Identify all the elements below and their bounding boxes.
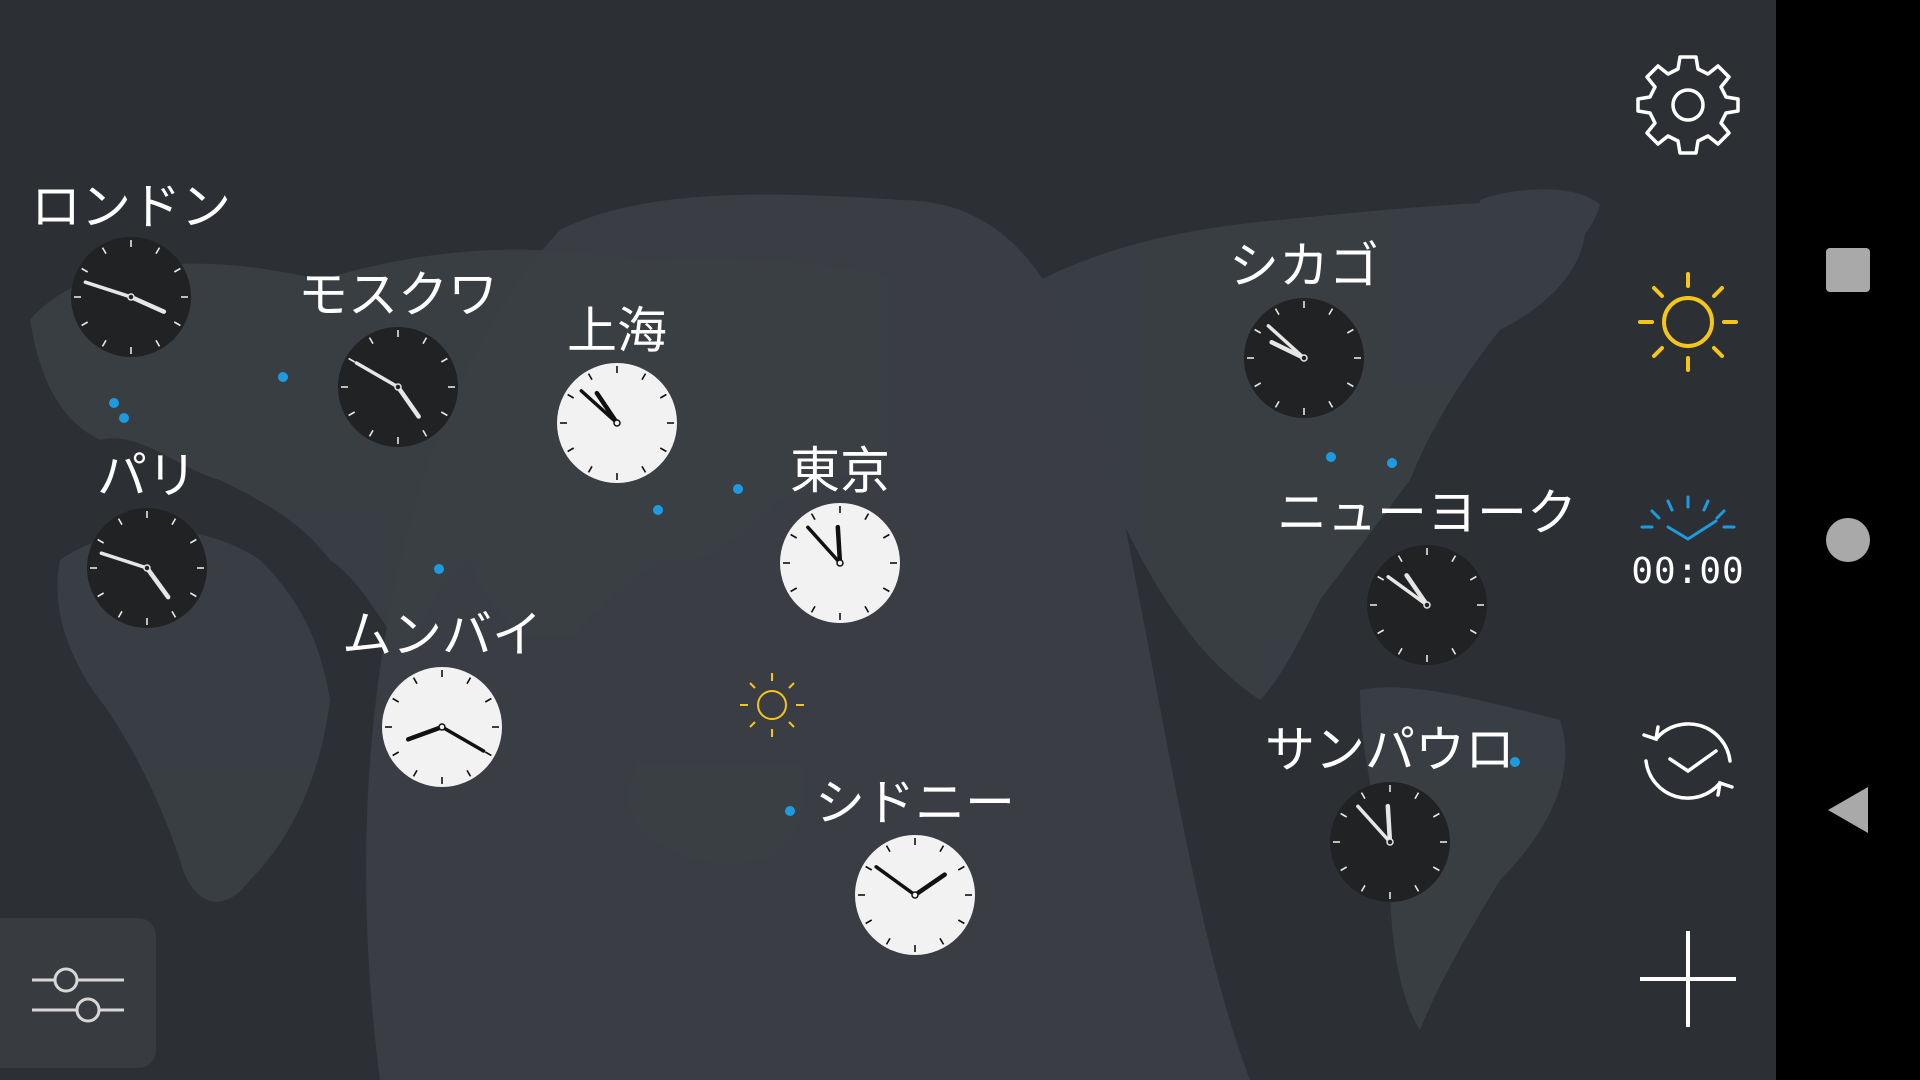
city-label: ムンバイ <box>342 606 542 664</box>
city-label: サンパウロ <box>1265 721 1515 779</box>
clock-face <box>87 508 207 628</box>
city-label: シドニー <box>815 774 1015 832</box>
daylight-toggle-button[interactable] <box>1600 257 1776 387</box>
city-dot-paris <box>119 413 129 423</box>
clock-face <box>1330 782 1450 902</box>
clock-center <box>613 419 621 427</box>
city-dot-chicago <box>1326 452 1336 462</box>
sync-button[interactable] <box>1600 696 1776 826</box>
clock-face <box>382 667 502 787</box>
circle-icon <box>1826 518 1870 562</box>
plus-icon <box>1640 931 1736 1027</box>
city-label: 東京 <box>790 442 890 500</box>
system-navigation-bar <box>1776 0 1920 1080</box>
alarm-timer-button[interactable]: 00:00 <box>1600 478 1776 608</box>
sliders-icon <box>32 967 124 1023</box>
add-city-button[interactable] <box>1600 914 1776 1044</box>
clock-face <box>1244 298 1364 418</box>
clock-center <box>127 293 135 301</box>
city-dot-newyork <box>1387 458 1397 468</box>
world-map[interactable]: ロンドン モスクワ 上海 パリ 東京 ムンバイ シドニー シカゴ ニューヨーク … <box>0 0 1776 1080</box>
sun-icon <box>1638 272 1738 372</box>
clock-face <box>557 363 677 483</box>
clock-face <box>71 237 191 357</box>
sidebar: 00:00 <box>1600 0 1776 1080</box>
recents-button[interactable] <box>1776 215 1920 325</box>
triangle-back-icon <box>1828 787 1868 833</box>
sync-clock-icon <box>1642 722 1734 800</box>
clock-center <box>438 723 446 731</box>
filter-button[interactable] <box>0 918 156 1068</box>
city-label: ニューヨーク <box>1277 484 1577 542</box>
city-label: シカゴ <box>1229 237 1379 295</box>
city-dot-tokyo <box>733 484 743 494</box>
clock-center <box>143 564 151 572</box>
clock-center <box>1386 838 1394 846</box>
clock-face <box>855 835 975 955</box>
city-label: 上海 <box>567 302 667 360</box>
city-label: パリ <box>97 447 197 505</box>
clock-face <box>780 503 900 623</box>
back-button[interactable] <box>1776 755 1920 865</box>
city-dot-moscow <box>278 372 288 382</box>
hour-hand <box>835 524 843 566</box>
clock-center <box>836 559 844 567</box>
alarm-clock-icon <box>1640 495 1736 541</box>
clock-center <box>911 891 919 899</box>
city-dot-sydney <box>785 806 795 816</box>
clock-center <box>394 383 402 391</box>
city-label: モスクワ <box>298 266 498 324</box>
gear-icon <box>1636 55 1740 155</box>
clock-center <box>1423 601 1431 609</box>
city-dot-shanghai <box>653 505 663 515</box>
city-label: ロンドン <box>31 178 231 236</box>
home-button[interactable] <box>1776 485 1920 595</box>
hour-hand <box>1385 803 1393 845</box>
settings-button[interactable] <box>1600 38 1776 168</box>
city-dot-mumbai <box>434 564 444 574</box>
clock-center <box>1300 354 1308 362</box>
clock-face <box>1367 545 1487 665</box>
clock-face <box>338 327 458 447</box>
square-icon <box>1826 248 1870 292</box>
city-dot-london <box>109 398 119 408</box>
alarm-time-text: 00:00 <box>1631 550 1745 592</box>
